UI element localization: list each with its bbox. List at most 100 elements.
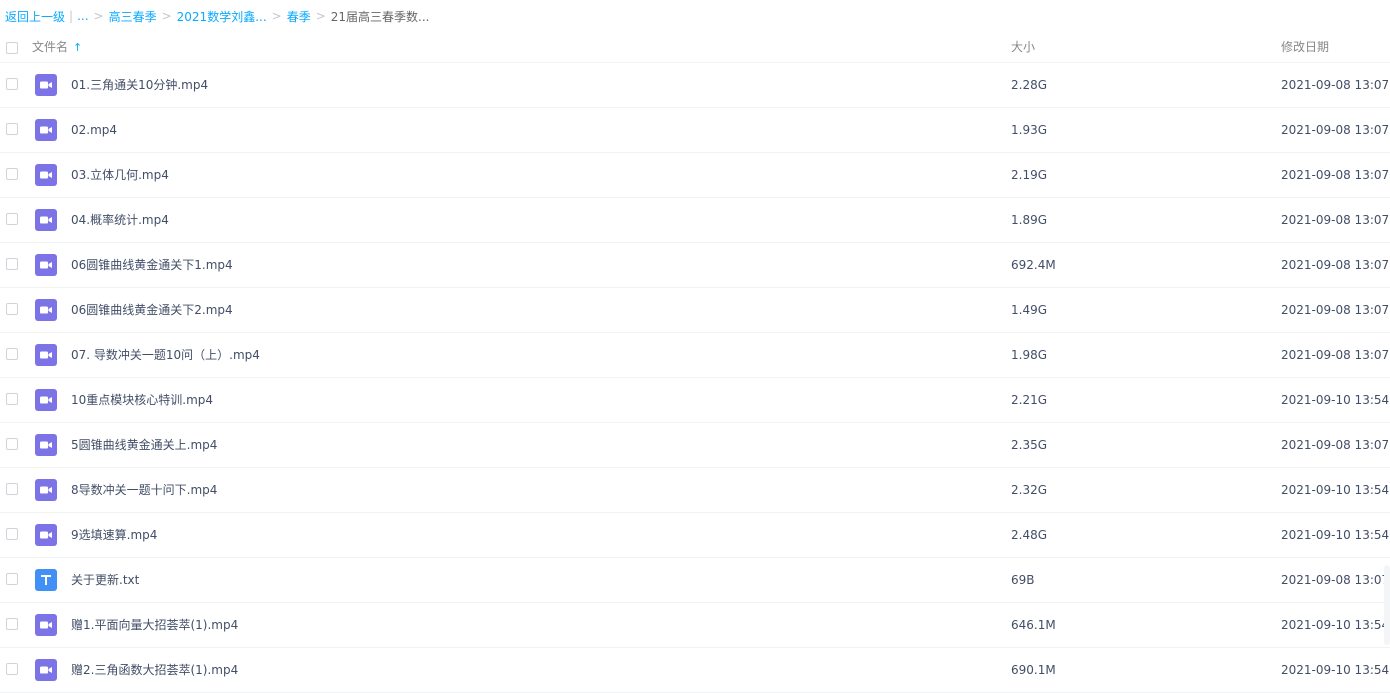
file-name[interactable]: 06圆锥曲线黄金通关下2.mp4 [71, 288, 233, 332]
file-size: 2.48G [1011, 528, 1048, 542]
file-date: 2021-09-08 13:07 [1281, 258, 1390, 272]
row-checkbox[interactable] [6, 213, 18, 225]
video-file-icon [35, 299, 57, 321]
file-name[interactable]: 06圆锥曲线黄金通关下1.mp4 [71, 243, 233, 287]
row-checkbox[interactable] [6, 528, 18, 540]
column-header-size[interactable]: 大小 [1011, 32, 1035, 62]
row-checkbox[interactable] [6, 348, 18, 360]
file-size: 2.19G [1011, 168, 1048, 182]
text-file-icon [35, 569, 57, 591]
file-name[interactable]: 10重点模块核心特训.mp4 [71, 378, 213, 422]
file-name[interactable]: 9选填速算.mp4 [71, 513, 157, 557]
file-date: 2021-09-08 13:07 [1281, 303, 1390, 317]
breadcrumb-divider: | [69, 9, 74, 23]
file-date: 2021-09-10 13:54 [1281, 393, 1390, 407]
file-row[interactable]: 04.概率统计.mp4 1.89G 2021-09-08 13:07 [0, 198, 1390, 243]
row-checkbox[interactable] [6, 483, 18, 495]
file-row[interactable]: 06圆锥曲线黄金通关下1.mp4 692.4M 2021-09-08 13:07 [0, 243, 1390, 288]
breadcrumb-current: 21届高三春季数... [330, 9, 430, 24]
breadcrumb-separator: > [315, 9, 326, 23]
file-row[interactable]: 10重点模块核心特训.mp4 2.21G 2021-09-10 13:54 [0, 378, 1390, 423]
file-size: 2.28G [1011, 78, 1048, 92]
file-row[interactable]: 8导数冲关一题十问下.mp4 2.32G 2021-09-10 13:54 [0, 468, 1390, 513]
row-checkbox[interactable] [6, 618, 18, 630]
video-file-icon [35, 254, 57, 276]
row-checkbox[interactable] [6, 123, 18, 135]
video-file-icon [35, 659, 57, 681]
file-name[interactable]: 赠2.三角函数大招荟萃(1).mp4 [71, 648, 238, 692]
file-name[interactable]: 01.三角通关10分钟.mp4 [71, 63, 208, 107]
row-checkbox[interactable] [6, 393, 18, 405]
file-size: 2.32G [1011, 483, 1048, 497]
file-date: 2021-09-08 13:07 [1281, 78, 1390, 92]
file-row[interactable]: 关于更新.txt 69B 2021-09-08 13:07 [0, 558, 1390, 603]
file-list-header: 文件名 ↑ 大小 修改日期 [0, 32, 1390, 63]
video-file-icon [35, 434, 57, 456]
file-name[interactable]: 8导数冲关一题十问下.mp4 [71, 468, 217, 512]
file-size: 646.1M [1011, 618, 1056, 632]
file-row[interactable]: 02.mp4 1.93G 2021-09-08 13:07 [0, 108, 1390, 153]
row-checkbox[interactable] [6, 438, 18, 450]
file-row[interactable]: 03.立体几何.mp4 2.19G 2021-09-08 13:07 [0, 153, 1390, 198]
file-date: 2021-09-08 13:07 [1281, 213, 1390, 227]
file-row[interactable]: 9选填速算.mp4 2.48G 2021-09-10 13:54 [0, 513, 1390, 558]
file-name[interactable]: 关于更新.txt [71, 558, 139, 602]
column-header-date[interactable]: 修改日期 [1281, 32, 1329, 62]
file-date: 2021-09-08 13:07 [1281, 438, 1390, 452]
video-file-icon [35, 614, 57, 636]
file-date: 2021-09-08 13:07 [1281, 168, 1390, 182]
video-file-icon [35, 389, 57, 411]
breadcrumb-ellipsis[interactable]: ... [77, 9, 88, 23]
video-file-icon [35, 209, 57, 231]
row-checkbox[interactable] [6, 258, 18, 270]
file-size: 69B [1011, 573, 1035, 587]
row-checkbox[interactable] [6, 168, 18, 180]
scrollbar[interactable] [1384, 565, 1390, 645]
row-checkbox[interactable] [6, 303, 18, 315]
file-size: 1.89G [1011, 213, 1048, 227]
breadcrumb-separator: > [161, 9, 172, 23]
file-name[interactable]: 赠1.平面向量大招荟萃(1).mp4 [71, 603, 238, 647]
file-date: 2021-09-10 13:54 [1281, 483, 1390, 497]
file-date: 2021-09-08 13:07 [1281, 348, 1390, 362]
file-row[interactable]: 06圆锥曲线黄金通关下2.mp4 1.49G 2021-09-08 13:07 [0, 288, 1390, 333]
file-date: 2021-09-08 13:07 [1281, 123, 1390, 137]
video-file-icon [35, 524, 57, 546]
file-name[interactable]: 03.立体几何.mp4 [71, 153, 169, 197]
select-all-checkbox[interactable] [6, 42, 18, 54]
video-file-icon [35, 164, 57, 186]
breadcrumb-item[interactable]: 2021数学刘鑫... [177, 8, 267, 25]
file-date: 2021-09-08 13:07 [1281, 573, 1390, 587]
file-row[interactable]: 5圆锥曲线黄金通关上.mp4 2.35G 2021-09-08 13:07 [0, 423, 1390, 468]
breadcrumb-separator: > [93, 9, 104, 23]
file-row[interactable]: 赠2.三角函数大招荟萃(1).mp4 690.1M 2021-09-10 13:54 [0, 648, 1390, 693]
file-size: 1.93G [1011, 123, 1048, 137]
file-row[interactable]: 07. 导数冲关一题10问（上）.mp4 1.98G 2021-09-08 13:0… [0, 333, 1390, 378]
column-header-name[interactable]: 文件名 ↑ [32, 32, 82, 63]
file-size: 1.49G [1011, 303, 1048, 317]
back-link[interactable]: 返回上一级 [5, 8, 65, 25]
row-checkbox[interactable] [6, 663, 18, 675]
file-row[interactable]: 赠1.平面向量大招荟萃(1).mp4 646.1M 2021-09-10 13:54 [0, 603, 1390, 648]
video-file-icon [35, 479, 57, 501]
video-file-icon [35, 119, 57, 141]
row-checkbox[interactable] [6, 573, 18, 585]
file-list: 01.三角通关10分钟.mp4 2.28G 2021-09-08 13:07 02.m… [0, 63, 1390, 693]
row-checkbox[interactable] [6, 78, 18, 90]
file-name[interactable]: 5圆锥曲线黄金通关上.mp4 [71, 423, 217, 467]
file-size: 692.4M [1011, 258, 1056, 272]
file-name[interactable]: 04.概率统计.mp4 [71, 198, 169, 242]
column-header-name-label: 文件名 [32, 40, 69, 54]
breadcrumb: 返回上一级 | ... > 高三春季 > 2021数学刘鑫... > 春季 > … [0, 0, 1390, 32]
file-size: 690.1M [1011, 663, 1056, 677]
file-name[interactable]: 02.mp4 [71, 108, 117, 152]
breadcrumb-item[interactable]: 高三春季 [109, 8, 157, 25]
file-date: 2021-09-10 13:54 [1281, 528, 1390, 542]
file-row[interactable]: 01.三角通关10分钟.mp4 2.28G 2021-09-08 13:07 [0, 63, 1390, 108]
file-size: 2.35G [1011, 438, 1048, 452]
breadcrumb-separator: > [271, 9, 282, 23]
file-name[interactable]: 07. 导数冲关一题10问（上）.mp4 [71, 333, 260, 377]
file-date: 2021-09-10 13:54 [1281, 618, 1390, 632]
video-file-icon [35, 74, 57, 96]
breadcrumb-item[interactable]: 春季 [287, 8, 311, 25]
